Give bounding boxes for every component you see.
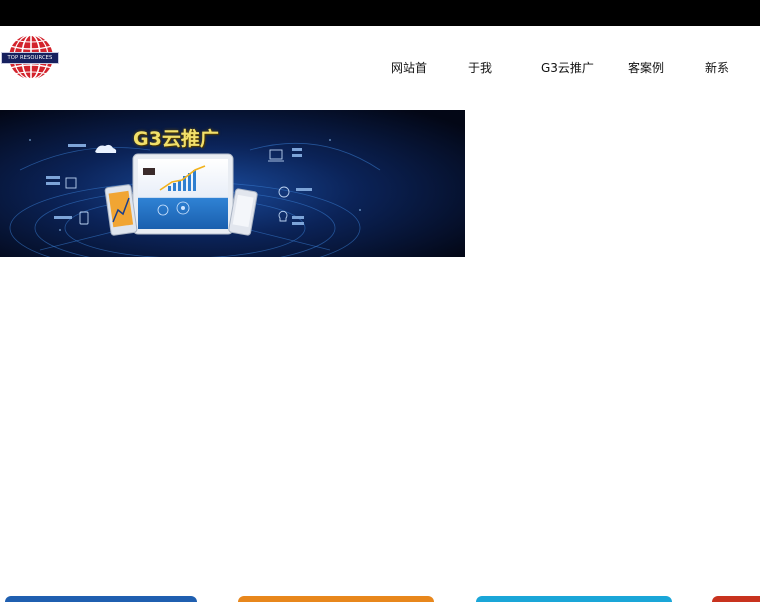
top-bar [0,0,760,26]
nav-item-about[interactable]: 于我 [468,58,492,78]
nav-item-home[interactable]: 网站首 [391,58,427,78]
feature-card-2[interactable] [238,596,434,602]
banner-title: G3云推广 [133,128,219,150]
logo[interactable]: TOP RESOURCES [0,34,62,80]
feature-cards-strip [0,596,760,602]
nav-item-cases[interactable]: 客案例 [628,58,664,78]
nav-item-g3-cloud[interactable]: G3云推广 [541,58,594,78]
logo-text: TOP RESOURCES [1,52,59,64]
feature-card-4[interactable] [712,596,760,602]
hero-banner[interactable]: G3云推广 云服务分析系统三网站网站系统搜索优化广告系统 [0,110,465,257]
feature-card-3[interactable] [476,596,672,602]
feature-card-1[interactable] [5,596,197,602]
nav-item-news[interactable]: 新系 [705,58,729,78]
